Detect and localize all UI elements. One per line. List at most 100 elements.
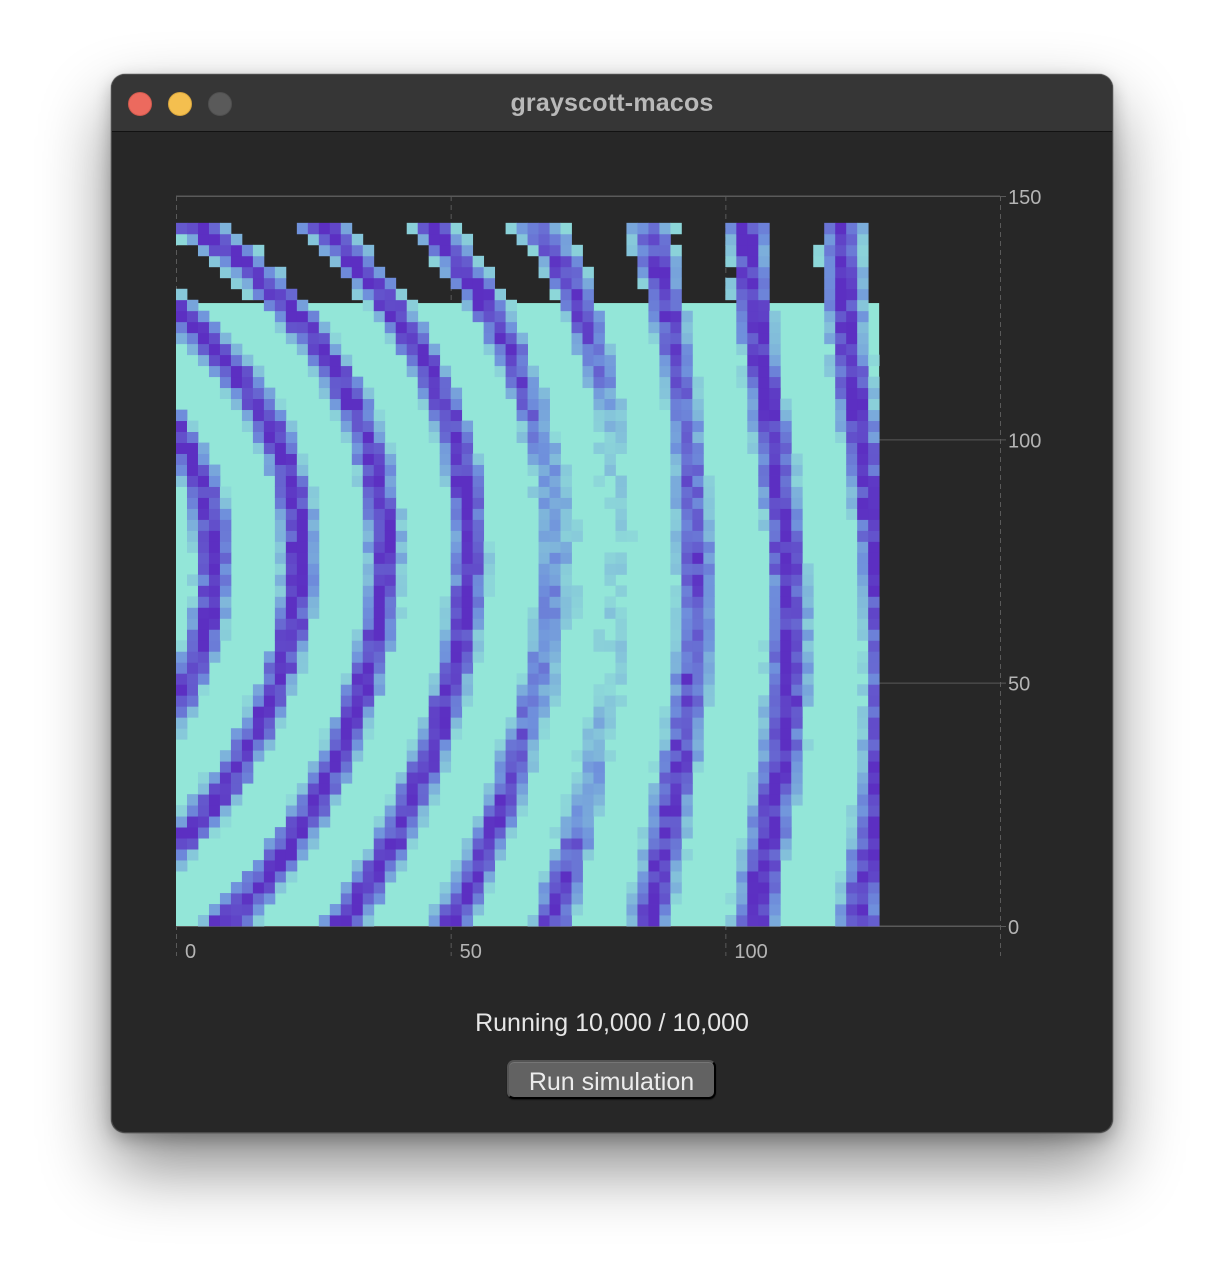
heatmap-cell <box>593 442 605 454</box>
heatmap-cell <box>516 222 528 235</box>
heatmap-cell <box>208 541 221 553</box>
heatmap-cell <box>351 739 364 751</box>
heatmap-cell <box>483 277 496 290</box>
heatmap-cell <box>274 717 287 729</box>
heatmap-cell <box>483 266 496 279</box>
heatmap-cell <box>516 794 528 806</box>
heatmap-cell <box>769 783 781 795</box>
heatmap-cell <box>307 486 320 498</box>
heatmap-cell <box>527 431 539 443</box>
heatmap-cell <box>857 607 869 619</box>
heatmap-cell <box>582 761 594 773</box>
heatmap-cell <box>681 673 693 685</box>
run-simulation-button[interactable]: Run simulation <box>507 1060 716 1099</box>
heatmap-cell <box>857 486 869 498</box>
heatmap-cell <box>461 904 474 916</box>
heatmap-cell <box>670 398 682 411</box>
heatmap-cell <box>791 794 803 806</box>
heatmap-cell <box>571 288 583 301</box>
heatmap-cell <box>538 629 550 641</box>
heatmap-cell <box>307 343 320 356</box>
heatmap-cell <box>176 464 188 476</box>
heatmap-cell <box>406 365 419 378</box>
heatmap-cell <box>296 508 309 520</box>
heatmap-cell <box>835 365 847 378</box>
heatmap-cell <box>857 288 869 301</box>
heatmap-cell <box>747 266 759 279</box>
heatmap-cell <box>318 794 331 806</box>
heatmap-cell <box>285 816 298 828</box>
heatmap-cell <box>857 420 869 432</box>
heatmap-cell <box>857 365 869 378</box>
heatmap-cell <box>846 805 858 817</box>
heatmap-cell <box>186 596 199 608</box>
heatmap-cell <box>176 728 188 740</box>
heatmap-cell <box>791 706 803 718</box>
heatmap-cell <box>483 816 496 828</box>
heatmap-cell <box>340 354 353 367</box>
heatmap-cell <box>703 618 715 630</box>
heatmap-cell <box>857 706 869 718</box>
heatmap-cell <box>296 607 309 619</box>
heatmap-cell <box>472 651 485 663</box>
heatmap-cell <box>571 343 583 356</box>
heatmap-cell <box>560 530 572 542</box>
heatmap-cell <box>450 420 463 432</box>
heatmap-cell <box>846 299 858 312</box>
heatmap-cell <box>626 222 638 235</box>
heatmap-cell <box>857 684 869 696</box>
heatmap-cell <box>758 310 770 323</box>
heatmap-cell <box>208 618 221 630</box>
heatmap-cell <box>736 915 748 927</box>
heatmap-cell <box>472 629 485 641</box>
heatmap-cell <box>263 662 276 674</box>
heatmap-cell <box>439 915 452 927</box>
heatmap-cell <box>769 772 781 784</box>
heatmap-cell <box>758 794 770 806</box>
heatmap-cell <box>670 541 682 553</box>
heatmap-cell <box>340 904 353 916</box>
heatmap-cell <box>747 343 759 356</box>
heatmap-cell <box>362 508 375 520</box>
heatmap-cell <box>428 728 441 740</box>
heatmap-cell <box>725 244 737 257</box>
heatmap-cell <box>450 662 463 674</box>
heatmap-cell <box>637 860 649 872</box>
heatmap-cell <box>329 255 342 268</box>
heatmap-cell <box>736 244 748 257</box>
heatmap-cell <box>703 574 715 586</box>
heatmap-cell <box>780 750 792 762</box>
heatmap-cell <box>395 805 408 817</box>
heatmap-cell <box>450 541 463 553</box>
heatmap-cell <box>494 783 506 795</box>
heatmap-cell <box>670 772 682 784</box>
heatmap-cell <box>384 464 397 476</box>
heatmap-cell <box>780 728 792 740</box>
heatmap-cell <box>472 530 485 542</box>
heatmap-cell <box>549 618 561 630</box>
heatmap-cell <box>329 904 342 916</box>
heatmap-cell <box>208 904 221 916</box>
heatmap-cell <box>384 277 397 290</box>
heatmap-cell <box>461 640 474 652</box>
heatmap-cell <box>274 607 287 619</box>
heatmap-cell <box>450 915 463 927</box>
heatmap-cell <box>648 266 660 279</box>
heatmap-cell <box>274 651 287 663</box>
heatmap-cell <box>274 464 287 476</box>
heatmap-cell <box>318 387 331 400</box>
heatmap-cell <box>703 640 715 652</box>
heatmap-cell <box>197 673 210 685</box>
heatmap-cell <box>857 849 869 861</box>
heatmap-cell <box>219 563 232 575</box>
heatmap-cell <box>461 673 474 685</box>
heatmap-cell <box>516 673 528 685</box>
heatmap-cell <box>274 497 287 509</box>
heatmap-cell <box>252 706 265 718</box>
heatmap-cell <box>461 530 474 542</box>
heatmap-cell <box>670 420 682 432</box>
heatmap-cell <box>329 728 342 740</box>
heatmap-cell <box>252 409 265 422</box>
heatmap-cell <box>758 244 770 257</box>
heatmap-cell <box>197 915 210 927</box>
